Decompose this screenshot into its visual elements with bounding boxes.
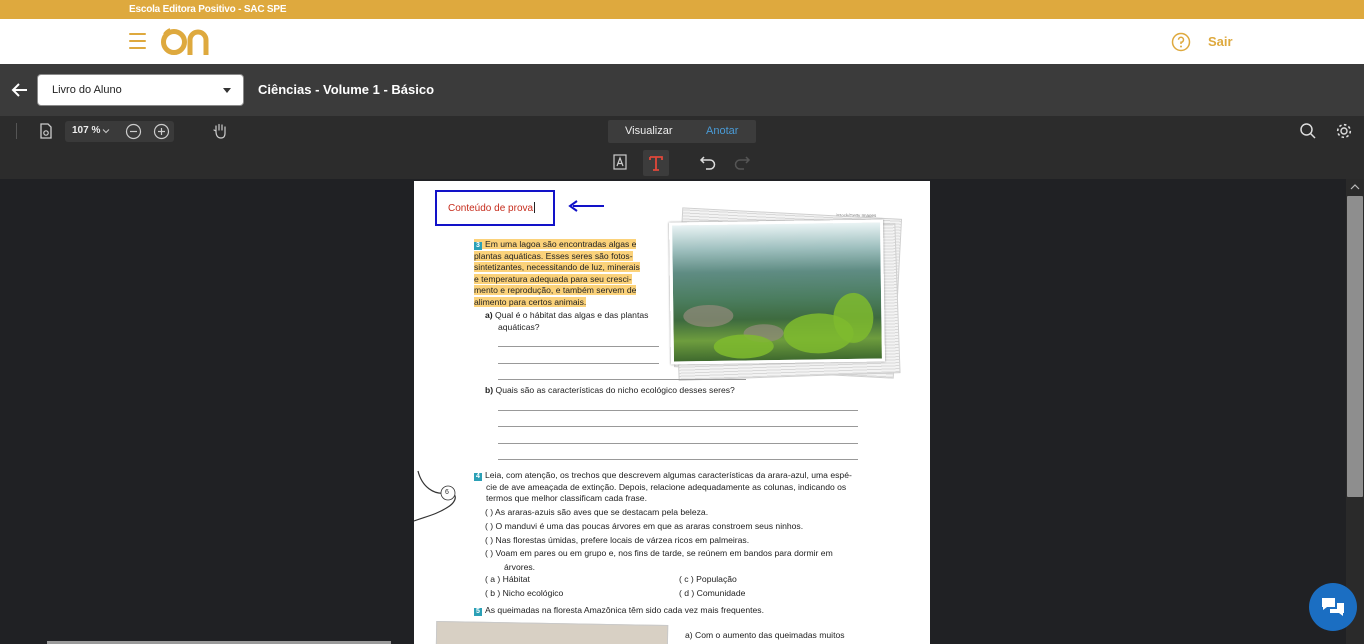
margin-page-number: 6 xyxy=(445,489,449,496)
on-logo[interactable] xyxy=(160,26,214,58)
list-item: ( ) O manduvi é uma das poucas árvores e… xyxy=(485,520,804,531)
question-3-text: 3 Em uma lagoa são encontradas algas e pl… xyxy=(474,239,640,307)
zoom-in-icon[interactable] xyxy=(153,123,170,140)
viewer-toolbar: 107 % Visualizar Anotar xyxy=(0,116,1364,146)
toolbar-divider xyxy=(16,123,17,139)
chevron-down-icon[interactable] xyxy=(102,127,110,135)
fire-photo xyxy=(435,620,669,644)
app-header: Sair xyxy=(0,19,1364,64)
chat-button[interactable] xyxy=(1309,583,1357,631)
question-number: 3 xyxy=(474,242,482,250)
gear-icon[interactable] xyxy=(1335,122,1353,140)
question-5a: a) Com o aumento das queimadas muitos xyxy=(685,630,845,640)
question-3b: b) Quais são as características do nicho… xyxy=(485,385,735,395)
answer-line xyxy=(498,459,858,460)
book-page[interactable]: Conteúdo de prova iStock/Getty Images 3E… xyxy=(414,181,930,644)
answer-line xyxy=(498,346,659,347)
question-4-options-right: ( c ) População ( d ) Comunidade xyxy=(679,574,746,598)
text-annotation-box[interactable]: Conteúdo de prova xyxy=(435,190,555,226)
chevron-down-icon xyxy=(223,88,231,93)
highlight-icon[interactable] xyxy=(611,153,629,171)
answer-line xyxy=(498,363,659,364)
question-4-items: ( ) As araras-azuis são aves que se dest… xyxy=(485,506,833,575)
top-banner: Escola Editora Positivo - SAC SPE xyxy=(0,0,1364,19)
annotation-toolbar xyxy=(0,146,1364,179)
list-item: ( ) As araras-azuis são aves que se dest… xyxy=(485,507,709,517)
scrollbar-thumb[interactable] xyxy=(1347,196,1363,497)
vertical-scrollbar[interactable] xyxy=(1346,179,1364,644)
back-arrow-icon[interactable] xyxy=(10,80,30,100)
document-bar: Livro do Aluno Ciências - Volume 1 - Bás… xyxy=(0,64,1364,116)
question-4-text: 4 Leia, com atenção, os trechos que descr… xyxy=(474,470,852,505)
lagoon-photo xyxy=(669,219,885,365)
list-item: árvores. xyxy=(504,562,536,573)
tab-anotar[interactable]: Anotar xyxy=(706,125,738,137)
question-number: 5 xyxy=(474,608,482,616)
zoom-value: 107 % xyxy=(72,125,101,136)
answer-line xyxy=(498,379,746,380)
zoom-control[interactable]: 107 % xyxy=(65,121,174,142)
scroll-up-icon[interactable] xyxy=(1350,183,1360,191)
search-icon[interactable] xyxy=(1299,122,1317,140)
zoom-out-icon[interactable] xyxy=(125,123,142,140)
question-icon[interactable] xyxy=(1171,32,1191,52)
question-4-options-left: ( a ) Hábitat ( b ) Nicho ecológico xyxy=(485,574,564,598)
list-item: ( ) Nas florestas úmidas, prefere locais… xyxy=(485,534,750,545)
answer-line xyxy=(498,410,858,411)
answer-line xyxy=(498,426,858,427)
logout-button[interactable]: Sair xyxy=(1208,34,1233,49)
arrow-annotation-icon xyxy=(568,200,604,212)
document-title: Ciências - Volume 1 - Básico xyxy=(258,82,435,97)
redo-icon[interactable] xyxy=(733,153,751,171)
page-margin-swirl xyxy=(414,470,456,522)
question-5-text: 5 As queimadas na floresta Amazônica têm … xyxy=(474,605,764,617)
list-item: ( ) Voam em pares ou em grupo e, nos fin… xyxy=(485,548,833,559)
tab-visualizar[interactable]: Visualizar xyxy=(625,125,673,137)
question-number: 4 xyxy=(474,473,482,481)
question-3a: a) Qual é o hábitat das algas e das plan… xyxy=(485,310,649,332)
hand-pan-icon[interactable] xyxy=(211,122,229,140)
chat-icon xyxy=(1322,598,1344,616)
banner-text: Escola Editora Positivo - SAC SPE xyxy=(129,4,287,15)
annotation-text[interactable]: Conteúdo de prova xyxy=(448,202,535,214)
undo-icon[interactable] xyxy=(699,153,717,171)
answer-line xyxy=(498,443,858,444)
menu-icon[interactable] xyxy=(129,33,146,49)
book-select[interactable]: Livro do Aluno xyxy=(37,74,244,106)
book-select-value: Livro do Aluno xyxy=(52,84,122,96)
mode-switch: Visualizar Anotar xyxy=(608,120,756,143)
page-settings-icon[interactable] xyxy=(37,122,55,140)
text-icon xyxy=(649,156,663,171)
text-tool-button[interactable] xyxy=(643,150,669,176)
